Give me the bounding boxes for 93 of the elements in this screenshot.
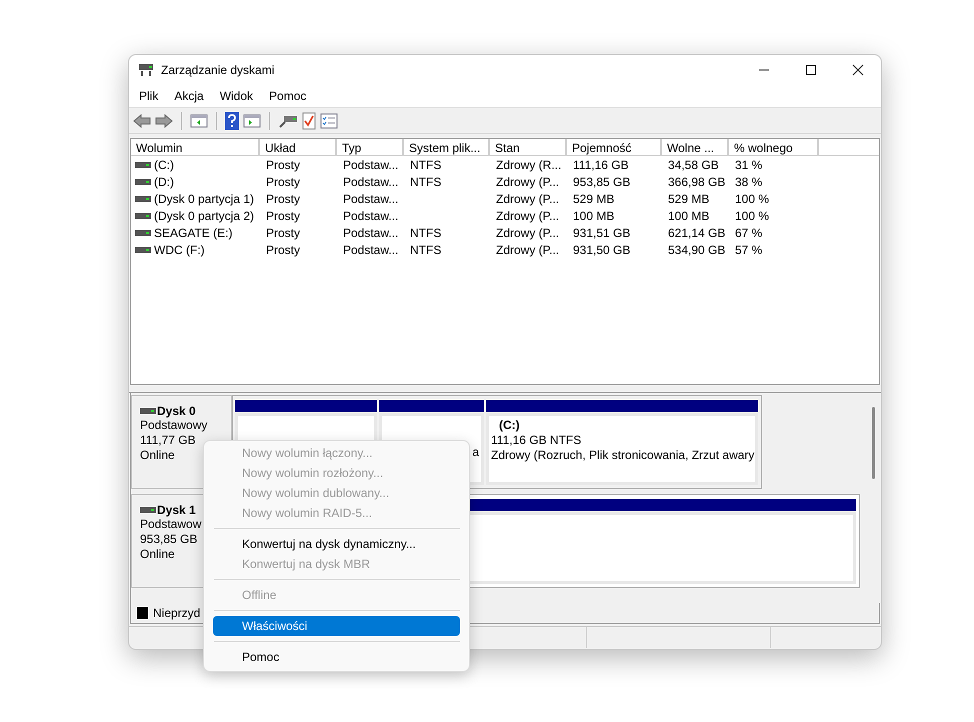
close-icon[interactable]: [852, 64, 864, 76]
drive-icon: [135, 212, 151, 220]
drive-icon: [135, 178, 151, 186]
table-cell-text: 100 MB: [667, 208, 710, 222]
menu-item[interactable]: Widok: [220, 89, 254, 103]
drive-icon: [140, 407, 156, 415]
drive-icon: [135, 194, 151, 202]
table-cell-text: Zdrowy (R...: [495, 158, 562, 172]
table-cell-text: 100 %: [734, 192, 770, 206]
table-cell: (Dysk 0 partycja 2): [154, 208, 254, 222]
menu-item[interactable]: Pomoc: [213, 647, 460, 667]
table-cell-text: Zdrowy (P...: [495, 242, 560, 256]
column-header[interactable]: Układ: [260, 139, 337, 156]
table-cell: SEAGATE (E:): [154, 226, 232, 240]
maximize-icon[interactable]: [805, 64, 817, 76]
column-header[interactable]: Pojemność: [567, 139, 662, 156]
checked-document-icon[interactable]: [302, 112, 316, 130]
column-header[interactable]: Stan: [490, 139, 567, 156]
column-header[interactable]: Wolne ...: [662, 139, 729, 156]
table-cell-text: 534,90 GB: [667, 242, 726, 256]
disk-info: Online: [140, 448, 176, 463]
disk-info: Podstawowy: [140, 418, 208, 433]
back-arrow-icon[interactable]: [133, 112, 151, 128]
table-cell-text: Podstaw...: [342, 192, 400, 206]
column-header[interactable]: Wolumin: [131, 139, 260, 156]
table-cell-text: Prosty: [265, 174, 302, 188]
table-cell-text: 111,16 GB: [572, 158, 630, 172]
table-cell-text: NTFS: [409, 174, 442, 188]
column-header[interactable]: % wolnego: [729, 139, 819, 156]
table-cell-text: Prosty: [265, 226, 302, 240]
table-cell: (Dysk 0 partycja 1): [154, 192, 254, 206]
table-cell-text: 529 MB: [572, 192, 616, 206]
window-panel-icon[interactable]: [190, 112, 208, 128]
table-cell-text: NTFS: [409, 226, 442, 240]
table-cell-text: NTFS: [409, 158, 442, 172]
disk-info: 111,77 GB: [140, 433, 197, 448]
menu-item[interactable]: Akcja: [174, 89, 204, 103]
table-cell-text: Podstaw...: [342, 242, 400, 256]
legend-label: Nieprzyd: [153, 606, 200, 620]
table-cell-text: Prosty: [265, 208, 302, 222]
table-cell-text: Prosty: [265, 158, 302, 172]
drive-icon: [135, 246, 151, 254]
partition-info: a: [471, 445, 479, 460]
table-cell-text: 31 %: [734, 158, 764, 172]
help-icon[interactable]: [225, 112, 239, 130]
table-cell-text: 100 MB: [572, 208, 616, 222]
menu-item[interactable]: Pomoc: [269, 89, 306, 103]
disk-info: 953,85 GB: [140, 532, 198, 547]
table-cell: WDC (F:): [154, 242, 205, 256]
menu-item[interactable]: Właściwości: [213, 616, 460, 636]
menu-item[interactable]: Plik: [139, 89, 158, 103]
table-cell-text: 38 %: [734, 174, 764, 188]
forward-arrow-icon[interactable]: [155, 112, 173, 128]
partition-info: 111,16 GB NTFS: [491, 433, 582, 448]
column-header[interactable]: System plik...: [404, 139, 490, 156]
table-cell-text: 34,58 GB: [667, 158, 720, 172]
drive-icon: [135, 228, 151, 236]
table-cell-text: 931,51 GB: [572, 226, 632, 240]
table-cell-text: Podstaw...: [342, 226, 400, 240]
table-cell-text: Prosty: [265, 192, 302, 206]
table-cell-text: Podstaw...: [342, 208, 400, 222]
disk-info: Online: [140, 547, 176, 562]
window-title: Zarządzanie dyskami: [161, 63, 274, 77]
table-cell-text: Podstaw...: [342, 174, 400, 188]
table-cell-text: 953,85 GB: [572, 174, 632, 188]
table-cell-text: Zdrowy (P...: [495, 192, 560, 206]
table-cell-text: 67 %: [734, 226, 764, 240]
scrollbar-thumb[interactable]: [872, 407, 875, 479]
table-cell-text: NTFS: [409, 242, 442, 256]
table-cell-text: 366,98 GB: [667, 174, 726, 188]
table-cell-text: Zdrowy (P...: [495, 226, 560, 240]
table-cell-text: 57 %: [734, 242, 764, 256]
table-cell-text: 931,50 GB: [572, 242, 632, 256]
window-panel-icon[interactable]: [243, 112, 261, 128]
drive-icon: [138, 63, 154, 77]
table-cell-text: 529 MB: [667, 192, 710, 206]
disk-name: Dysk 0: [157, 404, 196, 418]
table-cell-text: 621,14 GB: [667, 226, 726, 240]
disk-name: Dysk 1: [157, 503, 196, 517]
table-cell-text: Zdrowy (P...: [495, 208, 560, 222]
table-cell-text: Prosty: [265, 242, 302, 256]
drive-icon: [135, 160, 151, 168]
column-header[interactable]: Typ: [337, 139, 404, 156]
table-cell-text: 100 %: [734, 208, 770, 222]
partition-title: (C:): [498, 418, 521, 433]
table-cell-text: Zdrowy (P...: [495, 174, 560, 188]
partition-info: Zdrowy (Rozruch, Plik stronicowania, Zrzut awary: [491, 448, 753, 463]
table-cell: (C:): [154, 158, 174, 172]
drive-icon: [140, 506, 156, 514]
checklist-icon[interactable]: [320, 112, 338, 128]
table-cell: (D:): [154, 174, 174, 188]
table-cell-text: Podstaw...: [342, 158, 400, 172]
disk-info: Podstawow: [140, 517, 202, 532]
